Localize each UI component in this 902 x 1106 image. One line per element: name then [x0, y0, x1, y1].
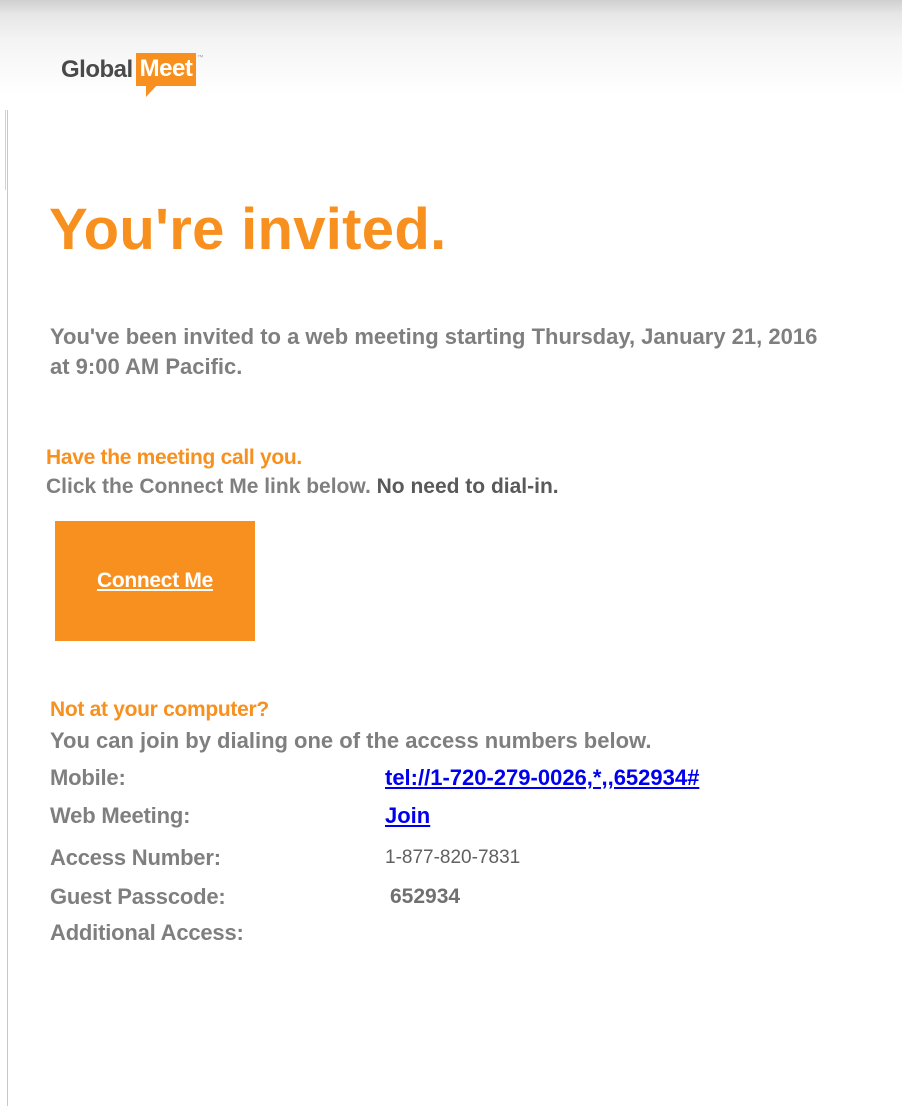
call-me-instructions-emphasis: No need to dial-in.	[376, 475, 559, 498]
additional-access-label: Additional Access:	[50, 920, 244, 945]
access-number-value: 1-877-820-7831	[385, 847, 521, 868]
join-link[interactable]: Join	[385, 799, 430, 833]
connect-me-link[interactable]: Connect Me	[97, 569, 213, 593]
call-me-instructions-text: Click the Connect Me link below.	[46, 475, 371, 498]
guest-passcode-row: Guest Passcode: 652934	[50, 880, 850, 914]
invitation-email: Global Meet ™ You're invited. You've bee…	[0, 0, 902, 1106]
mobile-row: Mobile: tel://1-720-279-0026,*,,652934#	[50, 761, 850, 795]
access-number-row: Access Number: 1-877-820-7831	[50, 841, 850, 875]
guest-passcode-label: Guest Passcode:	[50, 884, 226, 909]
logo-trademark: ™	[197, 55, 204, 61]
web-meeting-label: Web Meeting:	[50, 803, 191, 828]
web-meeting-row: Web Meeting: Join	[50, 799, 850, 833]
speech-bubble-tail-icon	[145, 84, 158, 97]
guest-passcode-value: 652934	[390, 885, 461, 908]
logo-global-text: Global	[61, 56, 133, 83]
not-at-computer-heading: Not at your computer?	[50, 698, 269, 721]
additional-access-row: Additional Access:	[50, 916, 850, 950]
invitation-intro: You've been invited to a web meeting sta…	[50, 324, 818, 379]
page-title: You're invited.	[49, 197, 447, 262]
mobile-tel-link[interactable]: tel://1-720-279-0026,*,,652934#	[385, 761, 699, 795]
connect-me-button[interactable]: Connect Me	[55, 521, 255, 641]
logo-meet-bubble: Meet	[135, 53, 197, 97]
left-border	[7, 110, 8, 1106]
call-me-instructions: Click the Connect Me link below. No need…	[46, 473, 559, 501]
call-me-heading: Have the meeting call you.	[46, 446, 302, 469]
left-border-top	[5, 110, 6, 190]
dial-in-instructions: You can join by dialing one of the acces…	[50, 728, 652, 753]
globalmeet-logo: Global Meet ™	[61, 53, 203, 101]
mobile-label: Mobile:	[50, 765, 126, 790]
logo-meet-text: Meet	[135, 53, 197, 86]
access-number-label: Access Number:	[50, 845, 221, 870]
